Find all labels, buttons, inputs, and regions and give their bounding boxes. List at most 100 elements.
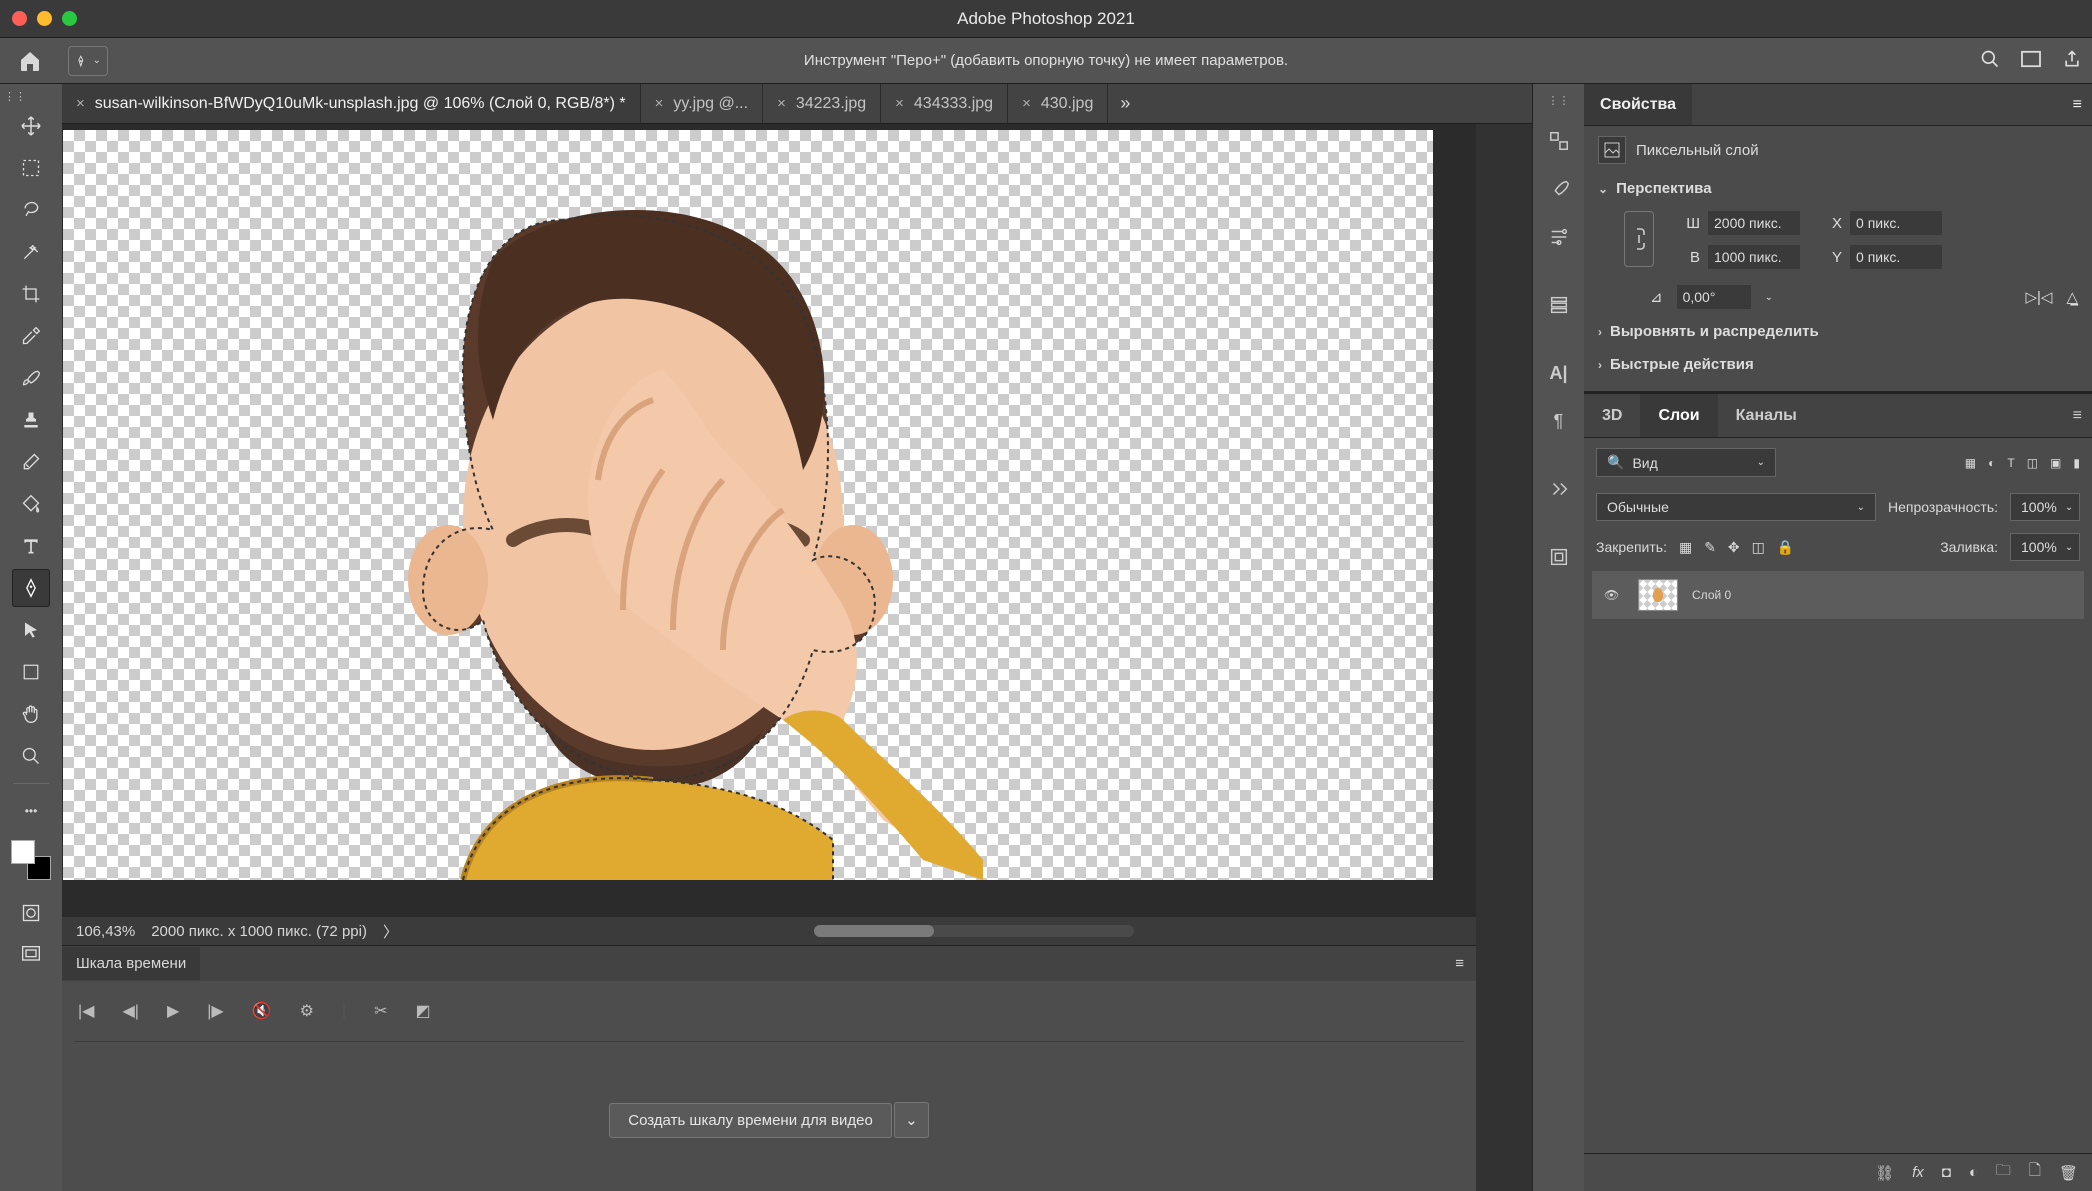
- adjustment-button[interactable]: ◐: [1969, 1164, 1978, 1181]
- rectangle-tool[interactable]: [12, 653, 50, 691]
- paragraph-panel-icon[interactable]: ¶: [1545, 407, 1573, 435]
- close-icon[interactable]: ×: [777, 95, 786, 112]
- width-field[interactable]: [1708, 211, 1800, 235]
- close-icon[interactable]: ×: [655, 95, 664, 112]
- doc-dimensions[interactable]: 2000 пикс. x 1000 пикс. (72 ppi): [151, 923, 367, 940]
- close-icon[interactable]: ×: [76, 95, 85, 112]
- layer-filter-dropdown[interactable]: 🔍 Вид ⌄: [1596, 448, 1776, 477]
- type-tool[interactable]: [12, 527, 50, 565]
- grip-icon[interactable]: ⋮⋮: [1548, 94, 1570, 107]
- search-button[interactable]: [1980, 49, 2000, 72]
- settings-button[interactable]: ⚙: [300, 1001, 314, 1021]
- group-button[interactable]: 🗀: [1996, 1160, 2011, 1185]
- path-select-tool[interactable]: [12, 611, 50, 649]
- quick-mask-button[interactable]: [12, 894, 50, 932]
- link-wh-button[interactable]: [1624, 211, 1654, 267]
- filter-smart-icon[interactable]: ▣: [2050, 456, 2061, 470]
- filter-adjust-icon[interactable]: ◐: [1988, 456, 1995, 470]
- minimize-window-button[interactable]: [37, 11, 52, 26]
- zoom-tool[interactable]: [12, 737, 50, 775]
- share-button[interactable]: [2062, 49, 2082, 72]
- brush-tool[interactable]: [12, 359, 50, 397]
- filter-pixel-icon[interactable]: ▦: [1965, 456, 1976, 470]
- y-field[interactable]: [1850, 245, 1942, 269]
- mask-button[interactable]: ◘: [1942, 1164, 1951, 1181]
- quick-select-tool[interactable]: [12, 233, 50, 271]
- height-field[interactable]: [1708, 245, 1800, 269]
- tab-layers[interactable]: Слои: [1640, 394, 1717, 437]
- create-timeline-button[interactable]: Создать шкалу времени для видео: [609, 1103, 892, 1138]
- properties-tab[interactable]: Свойства: [1584, 84, 1692, 125]
- fill-field[interactable]: 100%⌄: [2010, 533, 2080, 561]
- pen-tool[interactable]: [12, 569, 50, 607]
- color-swatches[interactable]: [11, 840, 51, 880]
- lock-all-icon[interactable]: 🔒: [1777, 539, 1794, 556]
- filter-shape-icon[interactable]: ◫: [2027, 456, 2038, 470]
- go-first-button[interactable]: |◀: [78, 1001, 94, 1021]
- panel-menu-icon[interactable]: ≡: [2057, 84, 2092, 125]
- opacity-field[interactable]: 100%⌄: [2010, 493, 2080, 521]
- adjustments-panel-icon[interactable]: [1545, 223, 1573, 251]
- timeline-tab[interactable]: Шкала времени: [62, 947, 200, 980]
- screen-mode-button[interactable]: [12, 936, 50, 974]
- eraser-tool[interactable]: [12, 443, 50, 481]
- tab-3d[interactable]: 3D: [1584, 394, 1640, 437]
- marquee-tool[interactable]: [12, 149, 50, 187]
- blend-mode-dropdown[interactable]: Обычные⌄: [1596, 493, 1876, 521]
- filter-type-icon[interactable]: T: [2007, 456, 2014, 470]
- move-tool[interactable]: [12, 107, 50, 145]
- gradient-tool[interactable]: [12, 485, 50, 523]
- mute-button[interactable]: 🔇: [252, 1001, 272, 1021]
- layer-row[interactable]: 👁 Слой 0: [1592, 571, 2084, 619]
- crop-tool[interactable]: [12, 275, 50, 313]
- lasso-tool[interactable]: [12, 191, 50, 229]
- link-layers-button[interactable]: ⛓: [1875, 1164, 1894, 1182]
- document-tab[interactable]: ×430.jpg: [1008, 84, 1108, 123]
- grip-icon[interactable]: ⋮⋮: [0, 90, 26, 103]
- home-button[interactable]: [10, 44, 50, 78]
- lock-brush-icon[interactable]: ✎: [1704, 539, 1716, 556]
- color-panel-icon[interactable]: [1545, 127, 1573, 155]
- horizontal-scrollbar[interactable]: [814, 925, 1134, 937]
- angle-field[interactable]: [1677, 285, 1751, 309]
- view-mode-button[interactable]: [2020, 50, 2042, 71]
- zoom-window-button[interactable]: [62, 11, 77, 26]
- brushes-panel-icon[interactable]: [1545, 175, 1573, 203]
- edit-toolbar-button[interactable]: •••: [12, 792, 50, 830]
- styles-panel-icon[interactable]: [1545, 291, 1573, 319]
- new-layer-button[interactable]: 🗋: [2029, 1160, 2041, 1185]
- next-frame-button[interactable]: |▶: [207, 1001, 223, 1021]
- tab-channels[interactable]: Каналы: [1718, 394, 1815, 437]
- fx-button[interactable]: fx: [1912, 1164, 1924, 1181]
- hand-tool[interactable]: [12, 695, 50, 733]
- flip-vertical-button[interactable]: △̲: [2066, 288, 2078, 306]
- lock-pixels-icon[interactable]: ▦: [1679, 539, 1692, 556]
- quick-section-header[interactable]: ›Быстрые действия: [1598, 348, 2078, 381]
- x-field[interactable]: [1850, 211, 1942, 235]
- delete-button[interactable]: 🗑: [2059, 1164, 2078, 1182]
- tabs-overflow-button[interactable]: »: [1108, 84, 1142, 123]
- chevron-right-icon[interactable]: 〉: [383, 921, 398, 942]
- prev-frame-button[interactable]: ◀|: [122, 1001, 138, 1021]
- layer-name[interactable]: Слой 0: [1692, 588, 1731, 602]
- document-tab[interactable]: ×susan-wilkinson-BfWDyQ10uMk-unsplash.jp…: [62, 84, 641, 123]
- canvas[interactable]: [63, 130, 1433, 880]
- filter-toggle[interactable]: ▮: [2073, 456, 2080, 470]
- visibility-toggle[interactable]: 👁: [1604, 588, 1624, 602]
- clone-stamp-tool[interactable]: [12, 401, 50, 439]
- document-tab[interactable]: ×34223.jpg: [763, 84, 881, 123]
- chevron-down-icon[interactable]: ⌄: [1765, 292, 1773, 303]
- transition-button[interactable]: ◩: [416, 1001, 431, 1021]
- eyedropper-tool[interactable]: [12, 317, 50, 355]
- layer-thumbnail[interactable]: [1638, 579, 1678, 611]
- timeline-dropdown-button[interactable]: ⌄: [894, 1102, 929, 1138]
- character-panel-icon[interactable]: A|: [1545, 359, 1573, 387]
- close-window-button[interactable]: [12, 11, 27, 26]
- actions-panel-icon[interactable]: [1545, 475, 1573, 503]
- panel-menu-icon[interactable]: ≡: [1455, 955, 1464, 972]
- canvas-area[interactable]: [62, 124, 1476, 917]
- panel-menu-icon[interactable]: ≡: [2055, 394, 2092, 437]
- play-button[interactable]: ▶: [167, 1001, 179, 1021]
- document-tab[interactable]: ×yy.jpg @...: [641, 84, 763, 123]
- document-tab[interactable]: ×434333.jpg: [881, 84, 1008, 123]
